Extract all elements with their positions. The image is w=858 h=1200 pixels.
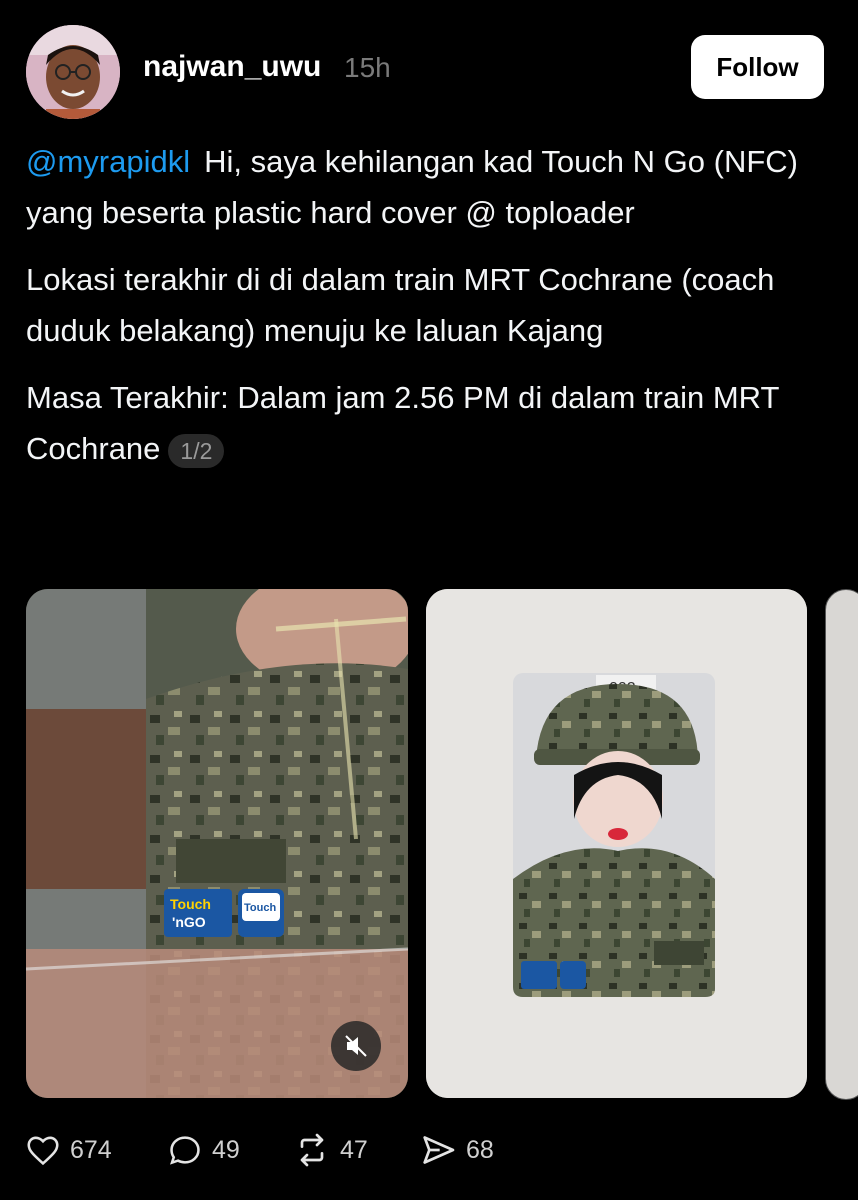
share-icon — [423, 1136, 455, 1164]
follow-button[interactable]: Follow — [691, 35, 824, 99]
paragraph-text: Masa Terakhir: Dalam jam 2.56 PM di dala… — [26, 380, 779, 466]
mention-link[interactable]: @myrapidkl — [26, 144, 190, 179]
like-count: 674 — [70, 1135, 112, 1164]
svg-text:'nGO: 'nGO — [172, 914, 206, 930]
like-button[interactable]: 674 — [24, 1126, 112, 1174]
heart-icon — [27, 1136, 59, 1166]
media-counter: 1/2 — [168, 433, 225, 468]
reply-count: 49 — [212, 1135, 240, 1164]
avatar[interactable] — [26, 25, 120, 119]
media-image-next[interactable] — [825, 589, 858, 1100]
svg-text:Touch: Touch — [170, 896, 211, 912]
post-paragraph-3: Masa Terakhir: Dalam jam 2.56 PM di dala… — [26, 372, 826, 474]
reply-button[interactable]: 49 — [166, 1126, 240, 1174]
post-paragraph-2: Lokasi terakhir di di dalam train MRT Co… — [26, 262, 775, 348]
repost-icon — [300, 1133, 324, 1167]
mute-button[interactable] — [331, 1021, 381, 1071]
repost-button[interactable]: 47 — [292, 1126, 368, 1174]
svg-text:Touch: Touch — [244, 902, 276, 914]
mute-icon — [345, 1035, 367, 1057]
action-bar: 674 49 47 68 — [24, 1126, 844, 1174]
reply-icon — [170, 1136, 200, 1165]
media-image[interactable]: 002 — [426, 589, 807, 1098]
post-paragraph-1: @myrapidkl Hi, saya kehilangan kad Touch … — [26, 136, 826, 238]
post-body: @myrapidkl Hi, saya kehilangan kad Touch … — [26, 136, 826, 490]
repost-count: 47 — [340, 1135, 368, 1164]
share-count: 68 — [466, 1135, 494, 1164]
username[interactable]: najwan_uwu — [143, 50, 321, 84]
post-timestamp: 15h — [344, 52, 391, 83]
share-button[interactable]: 68 — [418, 1126, 494, 1174]
